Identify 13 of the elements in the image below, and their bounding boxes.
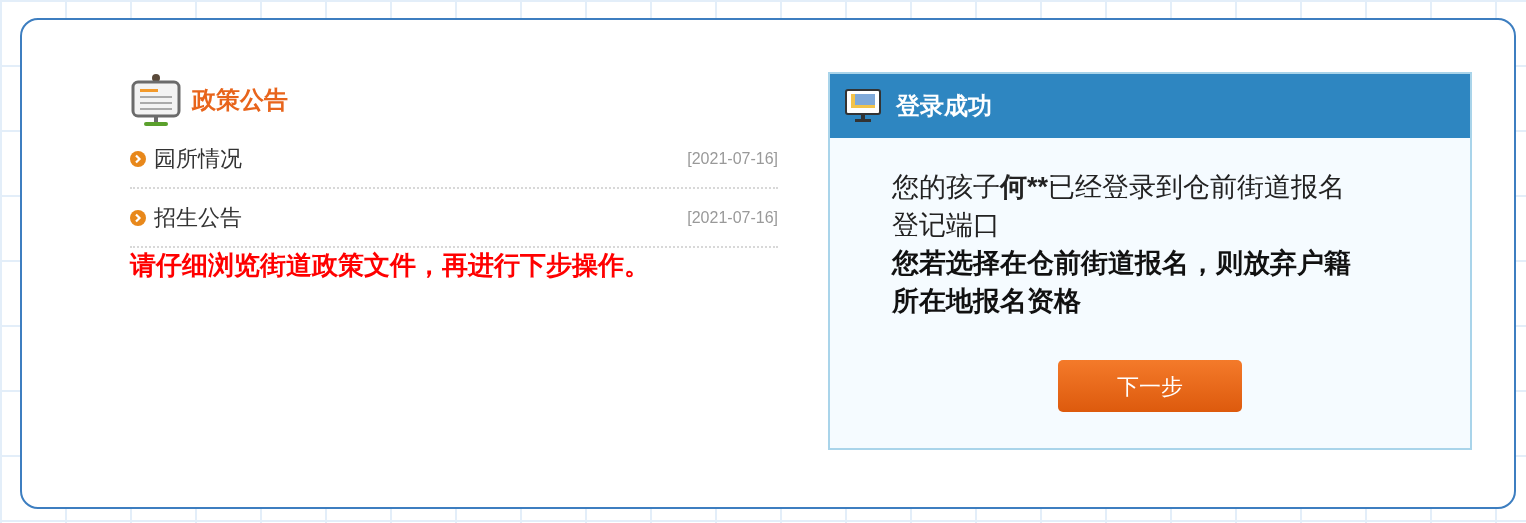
login-message: 您的孩子何**已经登录到仓前街道报名登记端口	[892, 171, 1346, 242]
notice-board-icon	[130, 73, 182, 127]
section-title: 政策公告	[192, 85, 288, 115]
bullet-icon	[130, 209, 146, 226]
news-link[interactable]: 园所情况	[154, 142, 688, 175]
news-link[interactable]: 招生公告	[154, 201, 688, 234]
warning-text: 您若选择在仓前街道报名，则放弃户籍所在地报名资格	[892, 247, 1352, 318]
monitor-icon	[844, 87, 882, 125]
panel-title: 登录成功	[896, 91, 992, 121]
date-text: [2021-07-16]	[687, 148, 778, 169]
date-text: [2021-07-16]	[687, 207, 778, 228]
bullet-icon	[130, 150, 146, 167]
notice-text: 请仔细浏览街道政策文件，再进行下步操作。	[130, 249, 651, 282]
